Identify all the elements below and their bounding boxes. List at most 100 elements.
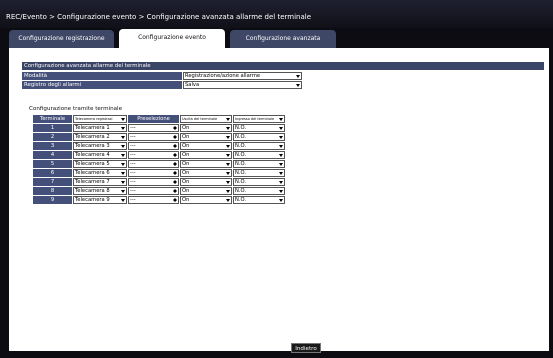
camera-select[interactable]: Telecamera 8 xyxy=(73,187,127,195)
header-preset: Preselezione xyxy=(128,115,179,123)
chevron-down-icon[interactable] xyxy=(224,161,231,167)
output-select[interactable]: On xyxy=(180,178,232,186)
chevron-down-icon[interactable] xyxy=(224,197,231,203)
output-select[interactable]: On xyxy=(180,133,232,141)
camera-select[interactable]: Telecamera 3 xyxy=(73,142,127,150)
alarm-log-select[interactable]: Salva xyxy=(183,81,302,89)
output-select[interactable]: On xyxy=(180,142,232,150)
chevron-down-icon[interactable] xyxy=(119,161,126,167)
chevron-down-icon[interactable] xyxy=(224,170,231,176)
input-select[interactable]: N.O. xyxy=(233,133,285,141)
chevron-down-icon[interactable] xyxy=(119,134,126,140)
preset-stepper[interactable]: --- xyxy=(128,124,179,132)
chevron-down-icon[interactable] xyxy=(277,152,284,158)
output-select[interactable]: On xyxy=(180,187,232,195)
output-select[interactable]: On xyxy=(180,169,232,177)
spinner-icon[interactable] xyxy=(172,134,178,140)
preset-stepper[interactable]: --- xyxy=(128,160,179,168)
chevron-down-icon[interactable] xyxy=(119,188,126,194)
input-select[interactable]: N.O. xyxy=(233,187,285,195)
header-output-select[interactable]: Uscita del terminale xyxy=(180,115,232,123)
camera-select[interactable]: Telecamera 9 xyxy=(73,196,127,204)
spinner-icon[interactable] xyxy=(172,152,178,158)
chevron-down-icon[interactable] xyxy=(119,179,126,185)
camera-select[interactable]: Telecamera 6 xyxy=(73,169,127,177)
preset-value: --- xyxy=(130,152,136,158)
chevron-down-icon[interactable] xyxy=(277,134,284,140)
preset-stepper[interactable]: --- xyxy=(128,196,179,204)
spinner-icon[interactable] xyxy=(172,161,178,167)
chevron-down-icon[interactable] xyxy=(119,143,126,149)
preset-stepper[interactable]: --- xyxy=(128,169,179,177)
chevron-down-icon[interactable] xyxy=(119,197,126,203)
output-select[interactable]: On xyxy=(180,151,232,159)
back-button[interactable]: Indietro xyxy=(291,343,321,353)
camera-value: Telecamera 8 xyxy=(75,188,110,194)
chevron-down-icon[interactable] xyxy=(224,188,231,194)
settings-panel: Configurazione avanzata allarme del term… xyxy=(9,48,549,353)
camera-select[interactable]: Telecamera 1 xyxy=(73,124,127,132)
input-select[interactable]: N.O. xyxy=(233,178,285,186)
camera-value: Telecamera 1 xyxy=(75,125,110,131)
camera-select[interactable]: Telecamera 2 xyxy=(73,133,127,141)
chevron-down-icon[interactable] xyxy=(277,197,284,203)
title-bar: REC/Evento > Configurazione evento > Con… xyxy=(0,0,553,28)
input-select[interactable]: N.O. xyxy=(233,124,285,132)
tab-configurazione-evento[interactable]: Configurazione evento xyxy=(119,29,225,49)
output-select[interactable]: On xyxy=(180,124,232,132)
chevron-down-icon[interactable] xyxy=(224,152,231,158)
camera-select[interactable]: Telecamera 7 xyxy=(73,178,127,186)
chevron-down-icon[interactable] xyxy=(224,143,231,149)
chevron-down-icon[interactable] xyxy=(119,116,126,122)
spinner-icon[interactable] xyxy=(172,179,178,185)
input-select[interactable]: N.O. xyxy=(233,142,285,150)
spinner-icon[interactable] xyxy=(172,125,178,131)
spinner-icon[interactable] xyxy=(172,170,178,176)
chevron-down-icon[interactable] xyxy=(294,73,301,79)
chevron-down-icon[interactable] xyxy=(224,116,231,122)
camera-select[interactable]: Telecamera 4 xyxy=(73,151,127,159)
chevron-down-icon[interactable] xyxy=(277,188,284,194)
input-select[interactable]: N.O. xyxy=(233,160,285,168)
spinner-icon[interactable] xyxy=(172,188,178,194)
spinner-icon[interactable] xyxy=(172,197,178,203)
terminal-number: 4 xyxy=(33,151,72,159)
header-camera-select[interactable]: Telecamera registrazi xyxy=(73,115,127,123)
tab-configurazione-registrazione[interactable]: Configurazione registrazione xyxy=(9,30,114,48)
chevron-down-icon[interactable] xyxy=(277,143,284,149)
mode-value: Registrazione/azione allarme xyxy=(185,73,261,79)
chevron-down-icon[interactable] xyxy=(224,134,231,140)
output-value: On xyxy=(182,143,190,149)
chevron-down-icon[interactable] xyxy=(119,170,126,176)
preset-stepper[interactable]: --- xyxy=(128,187,179,195)
mode-select[interactable]: Registrazione/azione allarme xyxy=(183,72,302,80)
camera-select[interactable]: Telecamera 5 xyxy=(73,160,127,168)
input-select[interactable]: N.O. xyxy=(233,151,285,159)
input-value: N.O. xyxy=(235,134,247,140)
preset-stepper[interactable]: --- xyxy=(128,133,179,141)
tab-configurazione-avanzata[interactable]: Configurazione avanzata xyxy=(230,30,336,48)
preset-stepper[interactable]: --- xyxy=(128,178,179,186)
chevron-down-icon[interactable] xyxy=(294,82,301,88)
spinner-icon[interactable] xyxy=(172,143,178,149)
preset-stepper[interactable]: --- xyxy=(128,151,179,159)
chevron-down-icon[interactable] xyxy=(277,125,284,131)
preset-stepper[interactable]: --- xyxy=(128,142,179,150)
header-terminal: Terminale xyxy=(33,115,72,123)
chevron-down-icon[interactable] xyxy=(119,152,126,158)
chevron-down-icon[interactable] xyxy=(224,179,231,185)
alarm-log-value: Salva xyxy=(185,82,200,88)
chevron-down-icon[interactable] xyxy=(277,161,284,167)
input-value: N.O. xyxy=(235,161,247,167)
chevron-down-icon[interactable] xyxy=(224,125,231,131)
input-select[interactable]: N.O. xyxy=(233,169,285,177)
output-select[interactable]: On xyxy=(180,160,232,168)
chevron-down-icon[interactable] xyxy=(277,179,284,185)
input-select[interactable]: N.O. xyxy=(233,196,285,204)
header-input-select[interactable]: Ingresso del terminale xyxy=(233,115,285,123)
chevron-down-icon[interactable] xyxy=(277,116,284,122)
preset-value: --- xyxy=(130,197,136,203)
chevron-down-icon[interactable] xyxy=(277,170,284,176)
output-select[interactable]: On xyxy=(180,196,232,204)
chevron-down-icon[interactable] xyxy=(119,125,126,131)
